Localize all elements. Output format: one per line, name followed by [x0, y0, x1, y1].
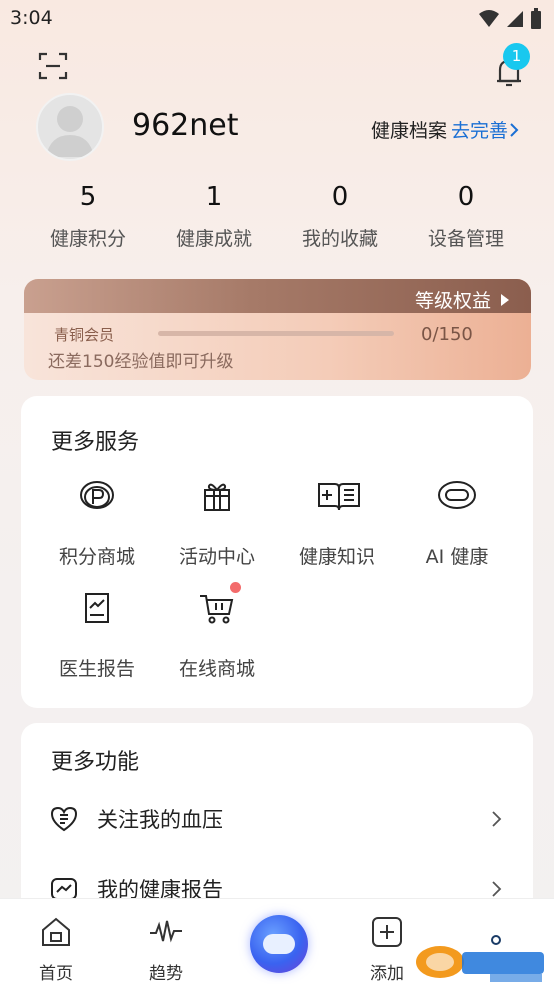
function-blood-pressure[interactable]: 关注我的血压 — [49, 799, 505, 839]
avatar[interactable] — [36, 93, 104, 161]
service-activity-center[interactable]: 活动中心 — [157, 476, 277, 569]
stat-favorites[interactable]: 0 我的收藏 — [277, 182, 403, 251]
signal-icon — [507, 11, 523, 27]
tab-label: 首页 — [39, 964, 73, 984]
service-label: 健康知识 — [298, 546, 375, 568]
tab-home[interactable]: 首页 — [16, 915, 96, 984]
stat-label: 我的收藏 — [301, 228, 378, 250]
status-time: 3:04 — [10, 7, 53, 29]
scan-icon — [38, 52, 68, 80]
username: 962net — [132, 108, 239, 143]
service-doctor-report[interactable]: 医生报告 — [37, 588, 157, 681]
stat-value: 1 — [205, 182, 223, 212]
ai-assistant-button[interactable] — [250, 915, 308, 973]
ai-chat-icon — [438, 481, 476, 509]
heart-pressure-icon — [50, 806, 78, 832]
stat-health-achievements[interactable]: 1 健康成就 — [151, 182, 277, 251]
cart-icon — [200, 595, 234, 624]
service-points-mall[interactable]: 积分商城 — [37, 476, 157, 569]
service-label: AI 健康 — [425, 546, 489, 568]
avatar-placeholder-icon — [46, 106, 94, 157]
doctor-report-icon — [85, 593, 109, 623]
trend-icon — [150, 920, 182, 943]
status-icons — [478, 8, 542, 30]
stat-label: 设备管理 — [427, 228, 504, 250]
function-label: 关注我的血压 — [97, 808, 223, 832]
more-services-card: 更多服务 积分商城 活动中心 健康知识 AI 健康 医生报告 在线商城 — [21, 396, 533, 708]
scan-button[interactable] — [38, 51, 68, 81]
notification-badge: 1 — [503, 43, 530, 70]
battery-icon — [531, 8, 541, 29]
bottom-tab-bar: 首页 趋势 添加 — [0, 898, 554, 984]
service-online-mall[interactable]: 在线商城 — [157, 582, 277, 681]
points-mall-icon — [80, 481, 114, 509]
chevron-right-icon — [492, 881, 502, 897]
status-bar: 3:04 — [0, 0, 554, 36]
level-hint: 还差150经验值即可升级 — [48, 352, 234, 372]
more-services-title: 更多服务 — [51, 430, 140, 455]
health-book-icon — [318, 483, 360, 511]
service-label: 在线商城 — [178, 658, 255, 680]
health-record-link[interactable]: 健康档案 去完善 — [371, 116, 520, 143]
stats-row: 5 健康积分 1 健康成就 0 我的收藏 0 设备管理 — [25, 182, 529, 251]
stat-value: 0 — [457, 182, 475, 212]
health-record-label: 健康档案 — [370, 120, 447, 142]
level-name: 青铜会员 — [54, 326, 115, 344]
service-health-knowledge[interactable]: 健康知识 — [277, 476, 397, 569]
service-ai-health[interactable]: AI 健康 — [397, 476, 517, 569]
chevron-right-icon — [510, 122, 519, 137]
more-functions-title: 更多功能 — [51, 750, 140, 775]
service-label: 医生报告 — [58, 658, 135, 680]
level-rights-label: 等级权益 — [414, 290, 491, 312]
stat-value: 0 — [331, 182, 349, 212]
watermark-logo — [416, 935, 544, 982]
level-card[interactable]: 等级权益 青铜会员 0/150 还差150经验值即可升级 — [24, 279, 531, 380]
triangle-right-icon — [501, 293, 509, 306]
level-progress-bar — [158, 331, 394, 336]
chat-bubble-icon — [263, 934, 295, 954]
chevron-right-icon — [492, 811, 502, 827]
level-card-header: 等级权益 — [24, 279, 531, 313]
wifi-icon — [479, 10, 499, 27]
complete-profile-link[interactable]: 去完善 — [451, 116, 508, 143]
stat-label: 健康积分 — [49, 228, 126, 250]
tab-trend[interactable]: 趋势 — [126, 915, 206, 984]
service-label: 活动中心 — [178, 546, 255, 568]
level-rights-button[interactable]: 等级权益 — [415, 286, 509, 313]
add-icon — [372, 917, 402, 947]
service-label: 积分商城 — [58, 546, 135, 568]
tab-label: 趋势 — [149, 964, 183, 984]
level-progress-text: 0/150 — [421, 324, 473, 345]
gift-icon — [204, 483, 230, 511]
stat-device-management[interactable]: 0 设备管理 — [403, 182, 529, 251]
home-icon — [42, 917, 70, 946]
stat-value: 5 — [79, 182, 97, 212]
stat-label: 健康成就 — [175, 228, 252, 250]
stat-health-points[interactable]: 5 健康积分 — [25, 182, 151, 251]
new-dot-badge — [230, 582, 241, 593]
